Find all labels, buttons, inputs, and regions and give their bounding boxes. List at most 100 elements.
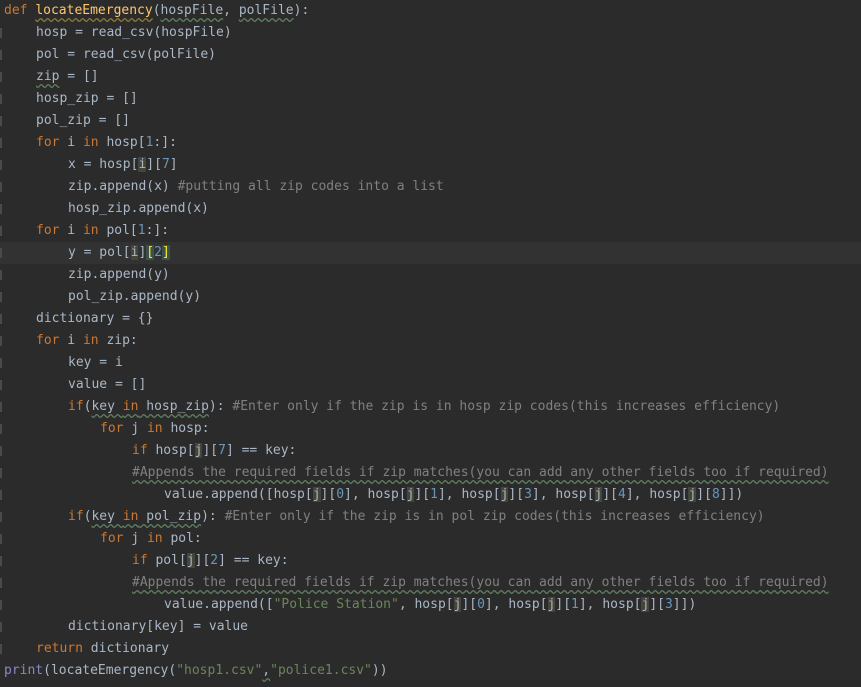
code-token: ] == key: <box>218 553 289 568</box>
code-token: for <box>100 531 124 546</box>
fold-marker <box>0 138 2 148</box>
code-token: 0 <box>336 487 345 502</box>
code-token: 7 <box>218 443 226 458</box>
code-token: zip.append(x) <box>68 179 178 194</box>
code-token: if <box>132 443 148 458</box>
code-line[interactable]: for i in hosp[1:]: <box>0 132 861 154</box>
code-line[interactable]: for i in pol[1:]: <box>0 220 861 242</box>
code-token: 8 <box>711 487 720 502</box>
fold-marker <box>0 600 2 610</box>
code-line[interactable]: y = pol[i][2] <box>0 242 861 264</box>
code-line[interactable]: x = hosp[i][7] <box>0 154 861 176</box>
fold-marker <box>0 314 2 324</box>
code-line[interactable]: pol_zip.append(y) <box>0 286 861 308</box>
code-line[interactable]: value.append([hosp[j][0], hosp[j][1], ho… <box>0 484 861 506</box>
code-line[interactable]: dictionary = {} <box>0 308 861 330</box>
code-token: #Enter only if the zip is in pol zip cod… <box>224 509 765 524</box>
code-token: ] <box>169 157 178 172</box>
code-token: i <box>59 333 83 348</box>
code-token: 1 <box>137 223 146 238</box>
code-token: ][ <box>320 487 337 502</box>
code-token: in <box>82 333 99 348</box>
code-token: pol_zip.append(y) <box>68 289 202 304</box>
code-text: hosp_zip.append(x) <box>68 198 209 220</box>
code-token: )) <box>371 663 388 678</box>
code-line[interactable]: if(key in pol_zip): #Enter only if the z… <box>0 506 861 528</box>
code-token: ][ <box>602 487 619 502</box>
code-token: zip.append(y) <box>68 267 170 282</box>
code-token: j <box>186 553 195 568</box>
code-token: pol: <box>162 531 202 546</box>
code-line[interactable]: return dictionary <box>0 638 861 660</box>
code-token: ], hosp[ <box>625 487 689 502</box>
code-line[interactable]: for j in hosp: <box>0 418 861 440</box>
code-line[interactable]: for j in pol: <box>0 528 861 550</box>
code-line[interactable]: #Appends the required fields if zip matc… <box>0 572 861 594</box>
code-token: polFile <box>238 3 294 18</box>
code-text: pol_zip = [] <box>36 110 130 132</box>
code-token: i <box>59 223 83 238</box>
code-line[interactable]: zip.append(x) #putting all zip codes int… <box>0 176 861 198</box>
code-token: for <box>100 421 124 436</box>
code-token: hosp[ <box>147 443 195 458</box>
code-token: 2 <box>154 245 162 260</box>
code-line[interactable]: #Appends the required fields if zip matc… <box>0 462 861 484</box>
code-text: zip = [] <box>36 66 99 88</box>
code-token: , hosp[ <box>398 597 454 612</box>
code-token: hosp = read_csv(hospFile) <box>36 25 232 40</box>
code-token: in <box>146 421 163 436</box>
fold-marker <box>0 402 2 412</box>
code-line[interactable]: value.append(["Police Station", hosp[j][… <box>0 594 861 616</box>
code-token: = [] <box>59 69 99 84</box>
code-text: for i in zip: <box>36 330 138 352</box>
code-token: value.append([ <box>164 597 274 612</box>
code-token: ][ <box>696 487 712 502</box>
code-line[interactable]: if pol[j][2] == key: <box>0 550 861 572</box>
code-text: #Appends the required fields if zip matc… <box>132 572 829 594</box>
code-token: 7 <box>161 157 170 172</box>
code-line[interactable]: if hosp[j][7] == key: <box>0 440 861 462</box>
code-token: ] == key: <box>225 443 297 458</box>
code-line[interactable]: value = [] <box>0 374 861 396</box>
code-token: "police1.csv" <box>270 663 372 678</box>
code-line[interactable]: pol_zip = [] <box>0 110 861 132</box>
code-token: ]]) <box>719 487 744 502</box>
code-line[interactable]: hosp_zip = [] <box>0 88 861 110</box>
code-text: value.append([hosp[j][0], hosp[j][1], ho… <box>164 484 743 506</box>
code-text: zip.append(x) #putting all zip codes int… <box>68 176 444 198</box>
code-token: ], hosp[ <box>344 487 407 502</box>
code-token: 0 <box>477 597 485 612</box>
code-token: in <box>146 531 163 546</box>
code-token: ][ <box>461 597 478 612</box>
code-token: ], hosp[ <box>437 487 501 502</box>
code-text: pol = read_csv(polFile) <box>36 44 216 66</box>
code-line[interactable]: zip.append(y) <box>0 264 861 286</box>
code-token: for <box>36 223 60 238</box>
code-token: in <box>82 223 99 238</box>
code-line[interactable]: hosp_zip.append(x) <box>0 198 861 220</box>
code-token: dictionary[key] = value <box>68 619 249 634</box>
fold-marker <box>0 116 2 126</box>
code-token: in <box>82 135 99 150</box>
code-line[interactable]: for i in zip: <box>0 330 861 352</box>
code-text: #Appends the required fields if zip matc… <box>132 462 829 484</box>
fold-marker <box>0 50 2 60</box>
code-token: 3 <box>524 487 532 502</box>
fold-marker <box>0 644 2 654</box>
code-text: def locateEmergency(hospFile, polFile): <box>4 0 309 22</box>
code-editor[interactable]: def locateEmergency(hospFile, polFile): h… <box>0 0 861 687</box>
code-token: pol = read_csv(polFile) <box>36 47 217 62</box>
code-token: ], hosp[ <box>578 597 642 612</box>
code-token: , <box>262 663 271 678</box>
code-line[interactable]: def locateEmergency(hospFile, polFile): <box>0 0 861 22</box>
code-token: value = [] <box>68 377 147 392</box>
code-text: y = pol[i][2] <box>68 242 170 264</box>
code-line[interactable]: if(key in hosp_zip): #Enter only if the … <box>0 396 861 418</box>
code-line[interactable]: key = i <box>0 352 861 374</box>
code-token: , <box>223 3 239 18</box>
code-line[interactable]: dictionary[key] = value <box>0 616 861 638</box>
code-line[interactable]: pol = read_csv(polFile) <box>0 44 861 66</box>
code-line[interactable]: zip = [] <box>0 66 861 88</box>
code-line[interactable]: print(locateEmergency("hosp1.csv","polic… <box>0 660 861 682</box>
code-line[interactable]: hosp = read_csv(hospFile) <box>0 22 861 44</box>
